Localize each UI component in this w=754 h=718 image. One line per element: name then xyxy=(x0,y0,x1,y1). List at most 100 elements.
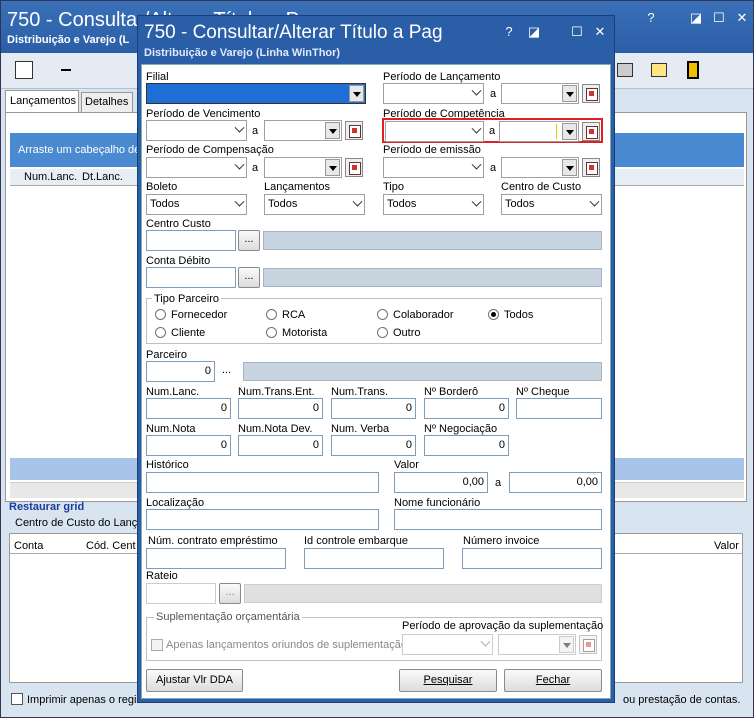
periodo-comp-to[interactable] xyxy=(499,121,579,142)
bordero-input[interactable]: 0 xyxy=(424,398,509,419)
conta-debito-search-button[interactable]: ... xyxy=(238,267,260,288)
num-trans-ent-input[interactable]: 0 xyxy=(238,398,323,419)
bg-close-icon[interactable]: ✕ xyxy=(735,11,749,25)
periodo-comp-from[interactable] xyxy=(385,121,484,142)
parceiro-ellipsis[interactable]: ... xyxy=(222,364,231,376)
radio-cliente[interactable] xyxy=(155,327,166,338)
periodo-lanc-to[interactable] xyxy=(501,83,579,104)
localizacao-label: Localização xyxy=(146,497,205,509)
invoice-label: Número invoice xyxy=(463,535,540,547)
toolbar-minus-icon[interactable] xyxy=(61,69,71,71)
bg-help-icon[interactable]: ? xyxy=(644,11,658,25)
tab-detalhes[interactable]: Detalhes xyxy=(81,92,133,112)
dropdown-icon[interactable] xyxy=(562,159,577,176)
restore-grid-link[interactable]: Restaurar grid xyxy=(9,501,84,513)
tipo-select[interactable]: Todos xyxy=(383,194,484,215)
num-nota-input[interactable]: 0 xyxy=(146,435,231,456)
dialog-close-icon[interactable]: ✕ xyxy=(593,25,607,39)
print-checkbox[interactable] xyxy=(11,693,23,705)
cost-center-tab[interactable]: Centro de Custo do Lanç xyxy=(15,517,137,529)
conta-debito-input[interactable] xyxy=(146,267,236,288)
grid-col-num-lanc[interactable]: Num.Lanc. xyxy=(24,171,77,183)
bg-maximize-icon[interactable]: ☐ xyxy=(712,11,726,25)
num-trans-input[interactable]: 0 xyxy=(331,398,416,419)
localizacao-input[interactable] xyxy=(146,509,379,530)
valor-from-input[interactable]: 0,00 xyxy=(394,472,488,493)
filial-dropdown-icon[interactable] xyxy=(349,85,364,102)
tab-lancamentos[interactable]: Lançamentos xyxy=(5,90,79,112)
filial-select[interactable] xyxy=(146,83,366,104)
toolbar-exit-icon[interactable] xyxy=(687,61,699,79)
nome-func-input[interactable] xyxy=(394,509,602,530)
aprovacao-to[interactable] xyxy=(498,634,576,655)
calendar-icon[interactable] xyxy=(345,158,363,177)
valor-to-input[interactable]: 0,00 xyxy=(509,472,602,493)
calendar-icon[interactable] xyxy=(345,121,363,140)
chevron-down-icon xyxy=(480,636,491,647)
num-trans-label: Num.Trans. xyxy=(331,386,389,398)
radio-todos[interactable] xyxy=(488,309,499,320)
dropdown-icon[interactable] xyxy=(559,636,574,653)
grid2-col-valor[interactable]: Valor xyxy=(714,540,739,552)
calendar-icon[interactable] xyxy=(582,84,600,103)
bg-restore-icon[interactable]: ◪ xyxy=(689,11,703,25)
num-lanc-label: Num.Lanc. xyxy=(146,386,200,398)
periodo-lanc-from[interactable] xyxy=(383,83,484,104)
radio-outro[interactable] xyxy=(377,327,388,338)
ajustar-dda-button[interactable]: Ajustar Vlr DDA xyxy=(146,669,243,692)
num-lanc-input[interactable]: 0 xyxy=(146,398,231,419)
pesquisar-button[interactable]: Pesquisar xyxy=(399,669,497,692)
num-nota-dev-input[interactable]: 0 xyxy=(238,435,323,456)
calendar-icon[interactable] xyxy=(582,122,600,141)
radio-motorista[interactable] xyxy=(266,327,277,338)
periodo-compens-from[interactable] xyxy=(146,157,247,178)
dropdown-icon[interactable] xyxy=(562,85,577,102)
periodo-compens-to[interactable] xyxy=(264,157,342,178)
chevron-down-icon xyxy=(234,122,245,133)
boleto-select[interactable]: Todos xyxy=(146,194,247,215)
valor-a: a xyxy=(495,477,502,489)
periodo-emissao-from[interactable] xyxy=(383,157,484,178)
embarque-input[interactable] xyxy=(304,548,444,569)
cheque-input[interactable] xyxy=(516,398,602,419)
contrato-input[interactable] xyxy=(146,548,286,569)
historico-input[interactable] xyxy=(146,472,379,493)
aprovacao-from[interactable] xyxy=(402,634,493,655)
dialog-help-icon[interactable]: ? xyxy=(502,25,516,39)
rateio-input[interactable] xyxy=(146,583,216,604)
centro-custo2-label: Centro Custo xyxy=(146,218,211,230)
centro-custo-search-button[interactable]: ... xyxy=(238,230,260,251)
toolbar-card-icon[interactable] xyxy=(651,63,667,77)
periodo-venc-from[interactable] xyxy=(146,120,247,141)
dropdown-icon[interactable] xyxy=(562,123,577,140)
negociacao-input[interactable]: 0 xyxy=(424,435,509,456)
centro-custo-select[interactable]: Todos xyxy=(501,194,602,215)
dialog-maximize-icon[interactable]: ☐ xyxy=(570,25,584,39)
radio-colaborador[interactable] xyxy=(377,309,388,320)
centro-custo-input[interactable] xyxy=(146,230,236,251)
dialog-restore-icon[interactable]: ◪ xyxy=(527,25,541,39)
suplementacao-checkbox[interactable] xyxy=(151,639,163,651)
dropdown-icon[interactable] xyxy=(325,159,340,176)
calendar-icon[interactable] xyxy=(579,635,597,654)
periodo-lanc-a: a xyxy=(490,88,497,100)
calendar-icon[interactable] xyxy=(582,158,600,177)
conta-debito-label: Conta Débito xyxy=(146,255,211,267)
negociacao-label: Nº Negociação xyxy=(424,423,498,435)
periodo-emissao-to[interactable] xyxy=(501,157,579,178)
rateio-search-button[interactable]: ... xyxy=(219,583,241,604)
toolbar-doc-icon[interactable] xyxy=(15,61,33,79)
parceiro-input[interactable]: 0 xyxy=(146,361,215,382)
dropdown-icon[interactable] xyxy=(325,122,340,139)
num-verba-input[interactable]: 0 xyxy=(331,435,416,456)
periodo-venc-to[interactable] xyxy=(264,120,342,141)
lancamentos-select[interactable]: Todos xyxy=(264,194,365,215)
toolbar-print-icon[interactable] xyxy=(617,63,633,77)
radio-fornecedor[interactable] xyxy=(155,309,166,320)
rateio-desc xyxy=(244,584,602,603)
invoice-input[interactable] xyxy=(462,548,602,569)
fechar-button[interactable]: Fechar xyxy=(504,669,602,692)
chevron-down-icon xyxy=(352,196,363,207)
grid-col-dt-lanc[interactable]: Dt.Lanc. xyxy=(82,171,123,183)
radio-rca[interactable] xyxy=(266,309,277,320)
